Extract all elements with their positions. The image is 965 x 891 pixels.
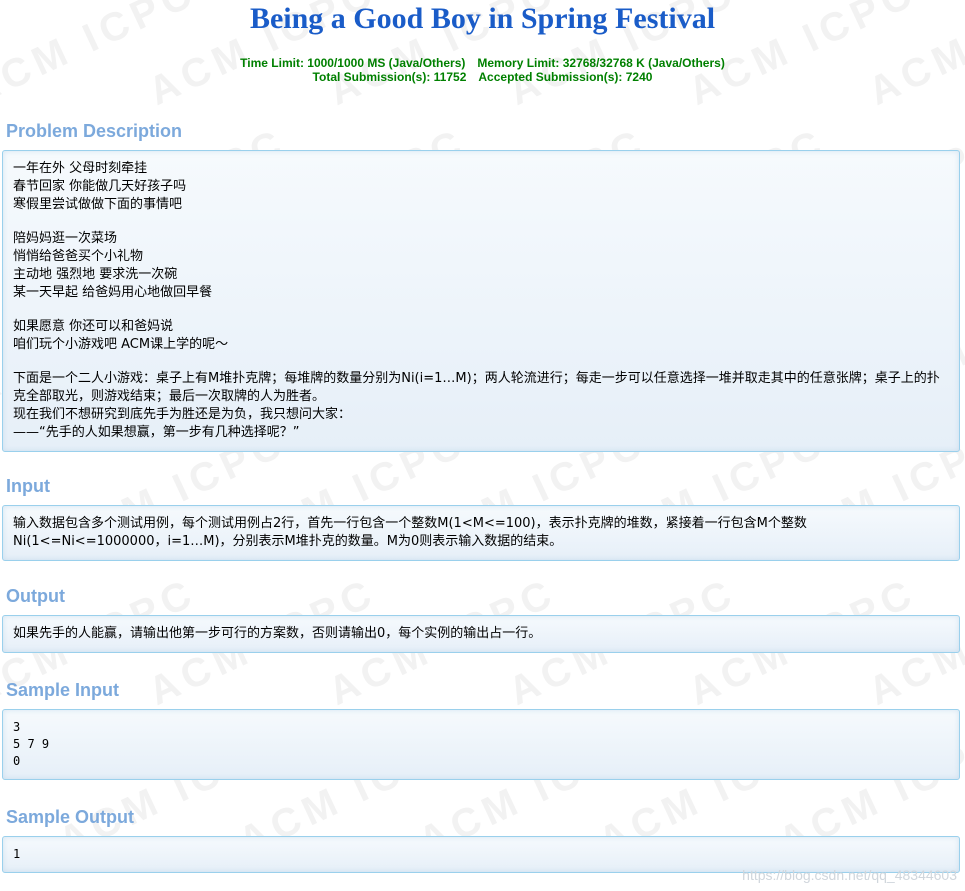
sample-output-heading: Sample Output [6,807,135,827]
description-line: 主动地 强烈地 要求洗一次碗 [13,267,178,282]
description-line: 陪妈妈逛一次菜场 [13,231,118,246]
output-heading: Output [6,586,65,606]
description-line: 现在我们不想研究到底先手为胜还是为负，我只想问大家： [13,407,352,422]
description-paragraph: 一年在外 父母时刻牵挂春节回家 你能做几天好孩子吗 寒假里尝试做做下面的事情吧 [13,160,949,214]
problem-limits: Time Limit: 1000/1000 MS (Java/Others) Me… [0,56,965,84]
description-line: 一年在外 父母时刻牵挂 [13,161,148,176]
csdn-watermark: https://blog.csdn.net/qq_48344603 [742,867,957,883]
description-line: 咱们玩个小游戏吧 ACM课上学的呢～ [13,337,229,352]
description-heading: Problem Description [6,121,183,141]
sample-input-panel: 3 5 7 9 0 [2,709,960,780]
description-line: ——“先手的人如果想赢，第一步有几种选择呢？” [13,425,300,440]
problem-title: Being a Good Boy in Spring Festival [249,2,716,35]
description-paragraph: 下面是一个二人小游戏：桌子上有M堆扑克牌；每堆牌的数量分别为Ni(i=1…M)；… [13,370,949,442]
description-line: 悄悄给爸爸买个小礼物 [13,249,144,264]
accepted-submissions: Accepted Submission(s): 7240 [478,70,653,84]
description-paragraph: 如果愿意 你还可以和爸妈说咱们玩个小游戏吧 ACM课上学的呢～ [13,318,949,354]
sample-line: 1 [13,847,21,861]
input-text: 输入数据包含多个测试用例，每个测试用例占2行，首先一行包含一个整数M(1<M<=… [13,516,807,549]
problem-page: Being a Good Boy in Spring Festival Time… [0,0,965,873]
input-panel: 输入数据包含多个测试用例，每个测试用例占2行，首先一行包含一个整数M(1<M<=… [2,505,960,561]
memory-limit: Memory Limit: 32768/32768 K (Java/Others… [477,56,725,70]
description-line: 寒假里尝试做做下面的事情吧 [13,197,183,212]
description-panel: 一年在外 父母时刻牵挂 春节回家 你能做几天好孩子吗 寒假里尝试做做下面的事情吧 陪妈… [2,150,960,452]
sample-line: 3 [13,720,21,734]
sample-input-heading: Sample Input [6,680,120,700]
sample-line: 5 7 9 [13,737,50,751]
total-submissions: Total Submission(s): 11752 [312,70,467,84]
input-heading: Input [6,476,50,496]
description-line: 春节回家 你能做几天好孩子吗 [13,179,187,194]
sample-line: 0 [13,754,21,768]
time-limit: Time Limit: 1000/1000 MS (Java/Others) [240,56,466,70]
description-line: 如果愿意 你还可以和爸妈说 [13,319,174,334]
output-text: 如果先手的人能赢，请输出他第一步可行的方案数，否则请输出0，每个实例的输出占一行… [13,626,542,641]
description-line: 某一天早起 给爸妈用心地做回早餐 [13,285,213,300]
output-panel: 如果先手的人能赢，请输出他第一步可行的方案数，否则请输出0，每个实例的输出占一行… [2,615,960,653]
description-paragraph: 陪妈妈逛一次菜场悄悄给爸爸买个小礼物主动地 强烈地 要求洗一次碗某一天早起 给爸… [13,230,949,302]
description-line: 下面是一个二人小游戏：桌子上有M堆扑克牌；每堆牌的数量分别为Ni(i=1…M)；… [13,371,940,404]
